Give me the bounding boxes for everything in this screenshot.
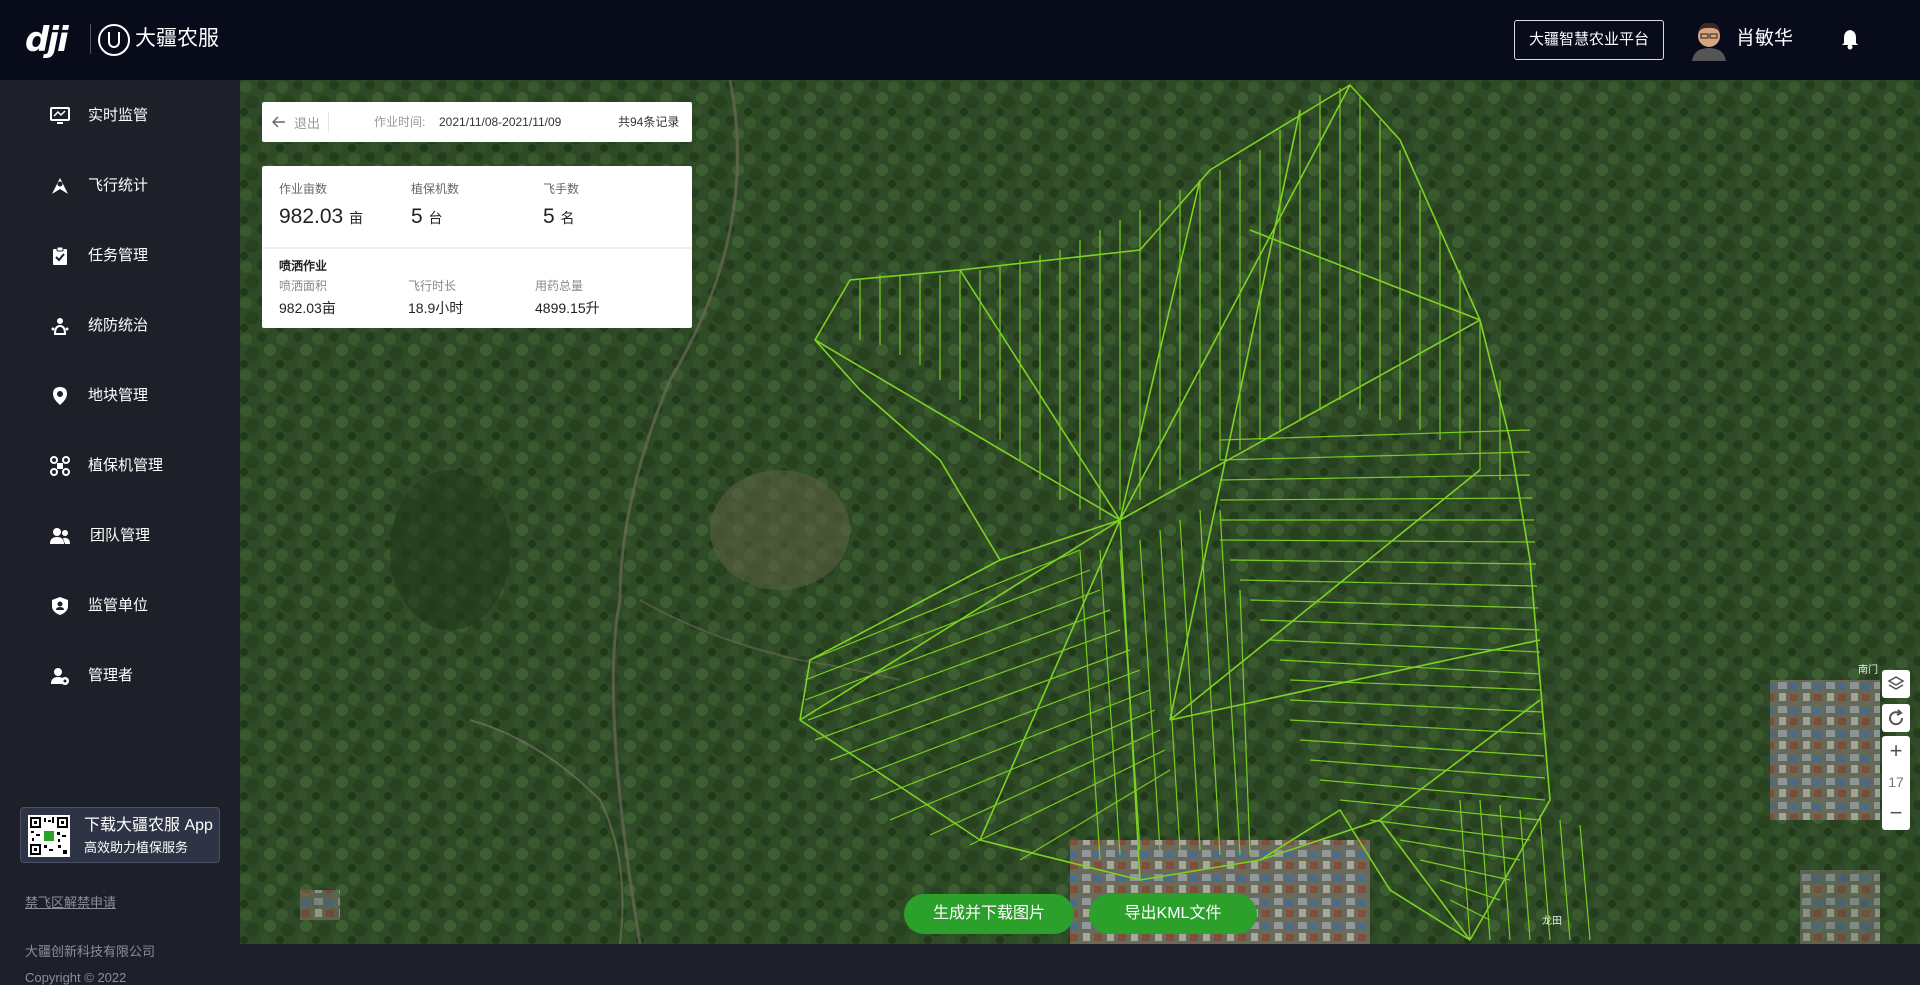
- work-time-value: 2021/11/08-2021/11/09: [439, 115, 562, 129]
- flight-stat-icon: [52, 178, 68, 194]
- info-divider: [328, 112, 329, 132]
- chem-total-value: 4899.15升: [535, 300, 600, 316]
- zoom-control: + 17 −: [1882, 736, 1910, 830]
- sidebar-item-pest-control[interactable]: 统防统治: [0, 301, 240, 351]
- record-count: 共94条记录: [618, 115, 680, 129]
- zoom-level: 17: [1888, 774, 1904, 790]
- map-place-label: 龙田: [1542, 916, 1562, 927]
- sidebar-item-supervision[interactable]: 监管单位: [0, 581, 240, 631]
- work-time-label: 作业时间:: [374, 115, 426, 129]
- sidebar-item-label: 任务管理: [88, 247, 149, 264]
- sidebar-item-flight-stats[interactable]: 飞行统计: [0, 161, 240, 211]
- sidebar-item-drones[interactable]: 植保机管理: [0, 441, 240, 491]
- sidebar-item-team[interactable]: 团队管理: [0, 511, 240, 561]
- sidebar-item-label: 实时监管: [88, 107, 149, 124]
- stat-area: 作业亩数 982.03 亩: [279, 182, 363, 231]
- flight-time-label: 飞行时长: [408, 279, 457, 293]
- admin-icon: [51, 668, 69, 685]
- nofly-unlock-link[interactable]: 禁飞区解禁申请: [25, 892, 116, 911]
- spray-area: 喷洒面积 982.03亩: [279, 279, 336, 317]
- sidebar-item-label: 管理者: [88, 667, 134, 684]
- exit-label: 退出: [294, 115, 321, 131]
- download-app-card[interactable]: 下载大疆农服 App 高效助力植保服务: [20, 807, 220, 863]
- stat-drones-value: 5: [411, 205, 423, 228]
- layers-icon: [1887, 676, 1905, 690]
- flight-time: 飞行时长 18.9小时: [408, 279, 463, 317]
- map-place-label: 南门: [1858, 665, 1878, 676]
- stat-drones-label: 植保机数: [411, 182, 460, 196]
- logo-divider: [90, 24, 91, 54]
- stat-drones: 植保机数 5 台: [411, 182, 459, 231]
- pest-control-icon: [51, 318, 69, 335]
- qr-code-icon: [28, 815, 70, 857]
- work-stats-card: 作业亩数 982.03 亩 植保机数 5 台 飞手数 5 名 喷洒作业 喷洒面积…: [262, 166, 692, 328]
- spray-area-value: 982.03亩: [279, 300, 336, 316]
- chem-total: 用药总量 4899.15升: [535, 279, 600, 317]
- stat-pilots-value: 5: [543, 205, 555, 228]
- bell-icon[interactable]: [1840, 28, 1860, 50]
- app-card-title: 下载大疆农服 App: [84, 817, 213, 834]
- spray-area-label: 喷洒面积: [279, 279, 328, 293]
- stat-area-unit: 亩: [349, 210, 364, 226]
- drone-icon: [50, 456, 70, 476]
- user-avatar[interactable]: [1690, 19, 1728, 61]
- location-pin-icon: [53, 387, 67, 405]
- brand-logo-icon: [98, 24, 130, 56]
- sidebar-item-label: 植保机管理: [88, 457, 164, 474]
- sidebar-item-fields[interactable]: 地块管理: [0, 371, 240, 421]
- stat-pilots-label: 飞手数: [543, 182, 580, 196]
- user-name[interactable]: 肖敏华: [1736, 27, 1793, 51]
- zoom-in-button[interactable]: +: [1882, 738, 1910, 766]
- sidebar-item-label: 飞行统计: [88, 177, 149, 194]
- sidebar-item-label: 统防统治: [88, 317, 149, 334]
- stat-area-value: 982.03: [279, 205, 344, 228]
- generate-image-button[interactable]: 生成并下载图片: [904, 894, 1074, 934]
- sidebar-item-realtime[interactable]: 实时监管: [0, 91, 240, 141]
- brand-name: 大疆农服: [135, 27, 219, 50]
- zoom-out-button[interactable]: −: [1882, 800, 1910, 828]
- layers-button[interactable]: [1882, 670, 1910, 698]
- arrow-left-icon: [272, 116, 285, 128]
- work-info-bar: 退出 作业时间: 2021/11/08-2021/11/09 共94条记录: [262, 102, 692, 142]
- stat-pilots: 飞手数 5 名: [543, 182, 579, 231]
- platform-button[interactable]: 大疆智慧农业平台: [1514, 20, 1664, 60]
- sidebar-item-label: 团队管理: [90, 527, 151, 544]
- stat-area-label: 作业亩数: [279, 182, 328, 196]
- stat-pilots-unit: 名: [560, 210, 575, 226]
- copyright-text: Copyright © 2022: [25, 970, 127, 985]
- stats-divider: [262, 247, 692, 249]
- refresh-button[interactable]: [1882, 704, 1910, 732]
- spray-section-title: 喷洒作业: [279, 259, 328, 273]
- app-card-subtitle: 高效助力植保服务: [84, 840, 189, 855]
- flight-time-value: 18.9小时: [408, 300, 464, 316]
- dji-logo[interactable]: dji: [25, 22, 69, 58]
- sidebar-item-label: 监管单位: [88, 597, 149, 614]
- shield-icon: [52, 597, 68, 615]
- top-bar: dji 大疆农服 大疆智慧农业平台 肖敏华: [0, 0, 1920, 80]
- sidebar-item-tasks[interactable]: 任务管理: [0, 231, 240, 281]
- monitor-icon: [50, 107, 70, 124]
- stat-drones-unit: 台: [428, 210, 443, 226]
- sidebar-item-label: 地块管理: [88, 387, 149, 404]
- sidebar: 实时监管 飞行统计 任务管理 统防统治 地块管理 植保机管理 团队管理 监管单位…: [0, 80, 240, 985]
- export-kml-button[interactable]: 导出KML文件: [1089, 894, 1257, 934]
- clipboard-icon: [53, 246, 67, 265]
- team-icon: [50, 528, 70, 544]
- exit-button[interactable]: 退出: [272, 112, 320, 132]
- refresh-icon: [1889, 709, 1904, 726]
- sidebar-item-admins[interactable]: 管理者: [0, 651, 240, 701]
- chem-total-label: 用药总量: [535, 279, 584, 293]
